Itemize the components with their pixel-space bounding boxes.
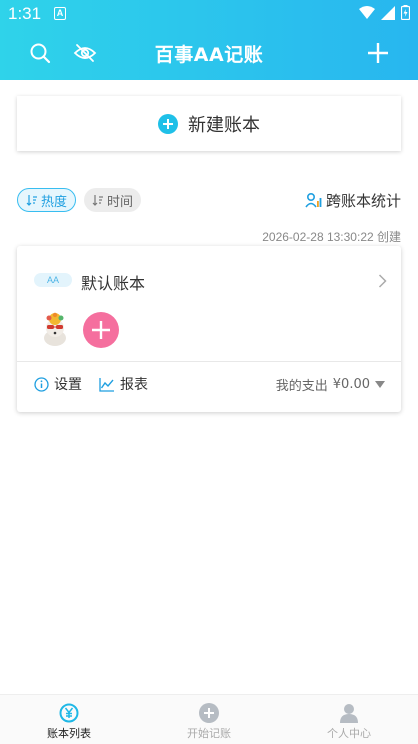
tab-start-recording-label: 开始记账 bbox=[187, 727, 231, 740]
tab-profile-label: 个人中心 bbox=[327, 727, 371, 740]
book-card[interactable]: AA 默认账本 设置 报表 我的支出 ¥0.00 bbox=[17, 246, 401, 412]
sort-by-time-label: 时间 bbox=[107, 194, 134, 210]
sort-icon bbox=[92, 195, 104, 206]
sort-by-hot-chip[interactable]: 热度 bbox=[17, 188, 77, 212]
tab-book-list-label: 账本列表 bbox=[47, 727, 91, 740]
add-member-button[interactable] bbox=[83, 312, 119, 348]
avatar[interactable] bbox=[39, 312, 71, 346]
new-book-label: 新建账本 bbox=[188, 114, 260, 136]
book-report-button[interactable]: 报表 bbox=[99, 374, 148, 394]
status-time: 1:31 bbox=[8, 4, 42, 23]
my-spend-value: ¥0.00 bbox=[332, 377, 370, 392]
add-button[interactable] bbox=[365, 40, 391, 66]
cross-book-stats-button[interactable]: 跨账本统计 bbox=[305, 190, 401, 211]
sort-by-time-chip[interactable]: 时间 bbox=[84, 188, 142, 212]
sort-options: 热度 时间 bbox=[17, 188, 142, 212]
bottom-tab-bar: 账本列表 开始记账 个人中心 bbox=[0, 694, 418, 744]
plus-icon bbox=[368, 43, 388, 63]
signal-icon bbox=[381, 5, 395, 20]
line-chart-icon bbox=[99, 377, 114, 392]
plus-icon bbox=[92, 321, 110, 339]
wifi-icon bbox=[359, 5, 375, 19]
tab-profile[interactable]: 个人中心 bbox=[299, 703, 399, 741]
plus-circle-icon bbox=[199, 703, 219, 723]
info-circle-icon bbox=[34, 376, 49, 392]
book-settings-label: 设置 bbox=[54, 377, 82, 393]
new-book-button[interactable]: 新建账本 bbox=[17, 96, 401, 151]
book-name: 默认账本 bbox=[81, 274, 146, 293]
book-created-time: 2026-02-28 13:30:22 创建 bbox=[262, 230, 401, 244]
aa-badge: AA bbox=[34, 273, 72, 287]
tab-book-list[interactable]: 账本列表 bbox=[19, 703, 119, 741]
caret-down-icon bbox=[375, 381, 385, 388]
status-icons bbox=[359, 5, 410, 20]
cross-book-stats-label: 跨账本统计 bbox=[325, 192, 401, 210]
tab-start-recording[interactable]: 开始记账 bbox=[159, 703, 259, 741]
status-bar: 1:31 A bbox=[0, 0, 418, 28]
my-spend-toggle[interactable]: 我的支出 ¥0.00 bbox=[276, 375, 385, 394]
my-spend-label: 我的支出 bbox=[275, 379, 328, 394]
battery-icon bbox=[401, 5, 410, 20]
chevron-right-icon bbox=[378, 274, 387, 288]
stats-person-icon bbox=[305, 192, 322, 208]
page-title: 百事AA记账 bbox=[154, 44, 264, 66]
book-settings-button[interactable]: 设置 bbox=[34, 374, 82, 394]
app-header: 1:31 A 百事AA记账 bbox=[0, 0, 418, 80]
book-report-label: 报表 bbox=[120, 377, 148, 393]
user-icon bbox=[340, 704, 358, 723]
notification-icon: A bbox=[54, 7, 66, 20]
sort-by-hot-label: 热度 bbox=[41, 194, 68, 210]
yuan-circle-icon bbox=[59, 703, 79, 723]
card-divider bbox=[17, 361, 401, 362]
sort-icon bbox=[26, 195, 37, 206]
plus-circle-icon bbox=[158, 113, 178, 134]
